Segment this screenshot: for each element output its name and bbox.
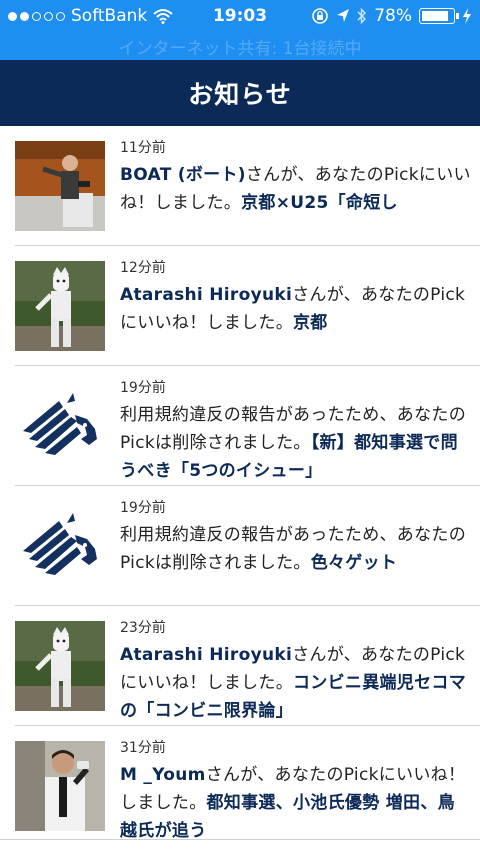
notification-time: 31分前 (120, 740, 166, 756)
notification-time: 19分前 (120, 380, 166, 396)
location-arrow-icon (337, 9, 350, 22)
notification-message: M _Youmさんが、あなたのPickにいいね！しました。都知事選、小池氏優勢 … (120, 761, 472, 845)
notification-item[interactable]: 11分前 BOAT (ボート)さんが、あなたのPickにいいね！しました。京都×… (0, 126, 480, 246)
user-name[interactable]: Atarashi Hiroyuki (120, 285, 292, 305)
charging-icon (463, 8, 471, 24)
notification-message: Atarashi Hiroyukiさんが、あなたのPickにいいね！しました。京… (120, 281, 472, 337)
pick-link[interactable]: 京都 (293, 313, 328, 333)
notification-item[interactable]: 19分前 利用規約違反の報告があったため、あなたのPickは削除されました。【新… (0, 366, 480, 486)
nav-bar: お知らせ (0, 60, 480, 126)
page-title: お知らせ (188, 80, 292, 109)
zebra-logo-icon (15, 501, 105, 591)
pick-link[interactable]: 色々ゲット (311, 553, 398, 573)
notification-item[interactable]: 19分前 利用規約違反の報告があったため、あなたのPickは削除されました。色々… (0, 486, 480, 606)
battery-icon (419, 8, 459, 24)
notification-list[interactable]: 11分前 BOAT (ボート)さんが、あなたのPickにいいね！しました。京都×… (0, 126, 480, 846)
notification-message: 利用規約違反の報告があったため、あなたのPickは削除されました。色々ゲット (120, 521, 472, 577)
notification-message: 利用規約違反の報告があったため、あなたのPickは削除されました。【新】都知事選… (120, 401, 472, 485)
user-name[interactable]: BOAT (ボート) (120, 165, 246, 185)
notification-item[interactable]: 12分前 Atarashi Hiroyukiさんが、あなたのPickにいいね！し… (0, 246, 480, 366)
notification-message: Atarashi Hiroyukiさんが、あなたのPickにいいね！しました。コ… (120, 641, 472, 725)
tethering-banner[interactable]: インターネット共有: 1台接続中 (0, 34, 480, 59)
avatar[interactable] (15, 621, 105, 711)
pick-link[interactable]: 京都×U25「命短し (241, 193, 398, 213)
notification-time: 23分前 (120, 620, 166, 636)
notification-message: BOAT (ボート)さんが、あなたのPickにいいね！しました。京都×U25「命… (120, 161, 472, 217)
notification-item[interactable]: 23分前 Atarashi Hiroyukiさんが、あなたのPickにいいね！し… (0, 606, 480, 726)
battery-percent: 78% (374, 6, 412, 26)
user-name[interactable]: M _Youm (120, 765, 206, 785)
zebra-logo-icon (15, 381, 105, 471)
tab-bar[interactable] (0, 839, 480, 852)
avatar[interactable] (15, 741, 105, 831)
notification-time: 19分前 (120, 500, 166, 516)
status-bar: SoftBank 19:03 78% インターネット共有: 1台接続中 (0, 0, 480, 60)
user-name[interactable]: Atarashi Hiroyuki (120, 645, 292, 665)
avatar[interactable] (15, 141, 105, 231)
bluetooth-icon (357, 7, 367, 25)
notification-item[interactable]: 31分前 M _Youmさんが、あなたのPickにいいね！しました。都知事選、小… (0, 726, 480, 846)
message-text: 利用規約違反の報告があったため、あなたのPickは削除されました。 (120, 525, 466, 573)
notification-time: 11分前 (120, 140, 166, 156)
notification-time: 12分前 (120, 260, 166, 276)
orientation-lock-icon (312, 8, 329, 24)
avatar[interactable] (15, 261, 105, 351)
